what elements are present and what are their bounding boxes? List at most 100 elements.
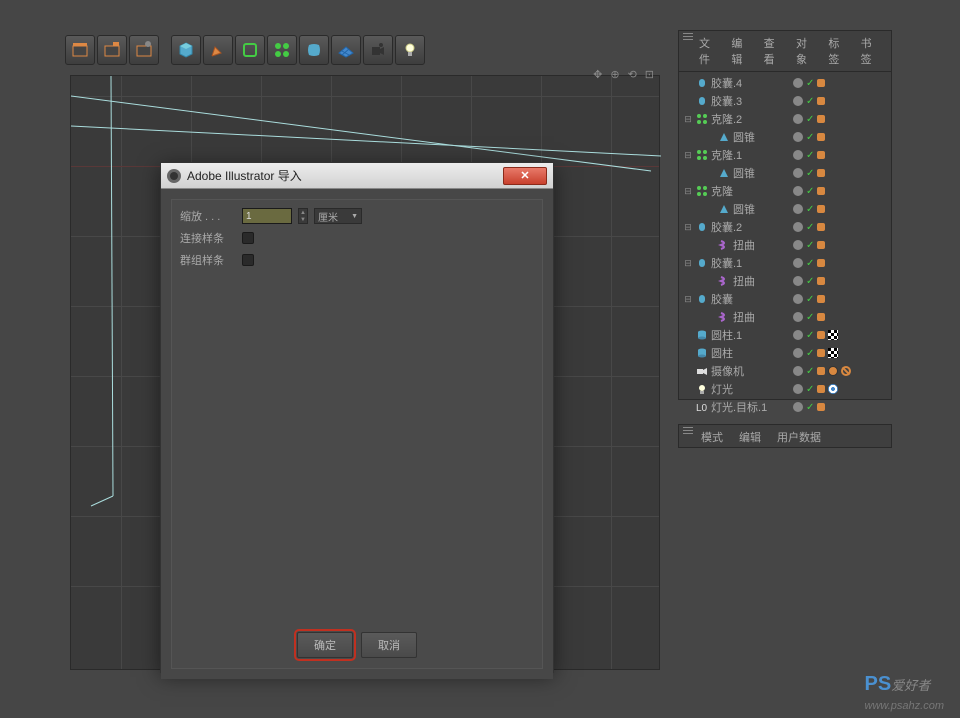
orange-tag-icon[interactable]: [817, 295, 825, 303]
object-row[interactable]: 圆柱 ✓: [679, 344, 891, 362]
expander-icon[interactable]: ⊟: [683, 258, 693, 269]
tool-light[interactable]: [395, 35, 425, 65]
tool-floor[interactable]: [331, 35, 361, 65]
visibility-icon[interactable]: ✓: [806, 258, 814, 269]
orange-tag-icon[interactable]: [817, 133, 825, 141]
orange-tag-icon[interactable]: [817, 313, 825, 321]
orange-tag-icon[interactable]: [817, 241, 825, 249]
object-row[interactable]: 扭曲 ✓: [679, 308, 891, 326]
tab-object[interactable]: 对象: [790, 33, 822, 69]
object-row[interactable]: 灯光 ✓: [679, 380, 891, 398]
orange-tag-icon[interactable]: [817, 187, 825, 195]
layer-dot-icon[interactable]: [793, 348, 803, 358]
orange-tag-icon[interactable]: [817, 331, 825, 339]
tool-cube[interactable]: [171, 35, 201, 65]
layer-dot-icon[interactable]: [793, 402, 803, 412]
object-row[interactable]: 圆锥 ✓: [679, 164, 891, 182]
layer-dot-icon[interactable]: [793, 150, 803, 160]
orange-tag-icon[interactable]: [817, 349, 825, 357]
layer-dot-icon[interactable]: [793, 222, 803, 232]
material-tag-icon[interactable]: [828, 330, 838, 340]
menu-icon[interactable]: [683, 33, 693, 69]
connect-checkbox[interactable]: [242, 232, 254, 244]
expander-icon[interactable]: ⊟: [683, 294, 693, 305]
target-tag-icon[interactable]: [828, 384, 838, 394]
tab-userdata[interactable]: 用户数据: [769, 427, 829, 445]
orange-tag-icon[interactable]: [828, 366, 838, 376]
tab-view[interactable]: 查看: [758, 33, 790, 69]
object-row[interactable]: ⊟ 胶囊 ✓: [679, 290, 891, 308]
expander-icon[interactable]: ⊟: [683, 222, 693, 233]
expander-icon[interactable]: ⊟: [683, 186, 693, 197]
tool-animation-1[interactable]: [65, 35, 95, 65]
orange-tag-icon[interactable]: [817, 151, 825, 159]
layer-dot-icon[interactable]: [793, 294, 803, 304]
visibility-icon[interactable]: ✓: [806, 312, 814, 323]
object-row[interactable]: 胶囊.3 ✓: [679, 92, 891, 110]
scale-unit-select[interactable]: 厘米▼: [314, 208, 362, 224]
scale-spinner[interactable]: ▲▼: [298, 208, 308, 224]
layer-dot-icon[interactable]: [793, 366, 803, 376]
orange-tag-icon[interactable]: [817, 259, 825, 267]
tab-bookmark[interactable]: 书签: [855, 33, 887, 69]
visibility-icon[interactable]: ✓: [806, 186, 814, 197]
tab-file[interactable]: 文件: [693, 33, 725, 69]
orange-tag-icon[interactable]: [817, 385, 825, 393]
tool-deformer[interactable]: [299, 35, 329, 65]
object-row[interactable]: 摄像机 ✓: [679, 362, 891, 380]
orange-tag-icon[interactable]: [817, 223, 825, 231]
tab-tags[interactable]: 标签: [822, 33, 854, 69]
object-row[interactable]: 胶囊.4 ✓: [679, 74, 891, 92]
layer-dot-icon[interactable]: [793, 132, 803, 142]
object-row[interactable]: 圆锥 ✓: [679, 128, 891, 146]
visibility-icon[interactable]: ✓: [806, 366, 814, 377]
tool-animation-3[interactable]: [129, 35, 159, 65]
tool-camera[interactable]: [363, 35, 393, 65]
visibility-icon[interactable]: ✓: [806, 114, 814, 125]
tab-edit[interactable]: 编辑: [731, 427, 769, 445]
object-row[interactable]: 扭曲 ✓: [679, 236, 891, 254]
object-row[interactable]: ⊟ 克隆.2 ✓: [679, 110, 891, 128]
close-button[interactable]: ✕: [503, 167, 547, 185]
visibility-icon[interactable]: ✓: [806, 294, 814, 305]
layer-dot-icon[interactable]: [793, 114, 803, 124]
layer-dot-icon[interactable]: [793, 312, 803, 322]
layer-dot-icon[interactable]: [793, 78, 803, 88]
cancel-button[interactable]: 取消: [361, 632, 417, 658]
visibility-icon[interactable]: ✓: [806, 78, 814, 89]
visibility-icon[interactable]: ✓: [806, 150, 814, 161]
menu-icon[interactable]: [683, 427, 693, 445]
object-row[interactable]: 圆锥 ✓: [679, 200, 891, 218]
orange-tag-icon[interactable]: [817, 115, 825, 123]
dialog-titlebar[interactable]: Adobe Illustrator 导入 ✕: [161, 163, 553, 189]
object-row[interactable]: ⊟ 胶囊.1 ✓: [679, 254, 891, 272]
layer-dot-icon[interactable]: [793, 258, 803, 268]
tool-pen[interactable]: [203, 35, 233, 65]
visibility-icon[interactable]: ✓: [806, 384, 814, 395]
expander-icon[interactable]: ⊟: [683, 150, 693, 161]
object-row[interactable]: 圆柱.1 ✓: [679, 326, 891, 344]
visibility-icon[interactable]: ✓: [806, 330, 814, 341]
expander-icon[interactable]: ⊟: [683, 114, 693, 125]
orange-tag-icon[interactable]: [817, 205, 825, 213]
layer-dot-icon[interactable]: [793, 240, 803, 250]
tool-animation-2[interactable]: [97, 35, 127, 65]
material-tag-icon[interactable]: [828, 348, 838, 358]
layer-dot-icon[interactable]: [793, 168, 803, 178]
orange-tag-icon[interactable]: [817, 79, 825, 87]
tab-mode[interactable]: 模式: [693, 427, 731, 445]
visibility-icon[interactable]: ✓: [806, 168, 814, 179]
object-row[interactable]: 扭曲 ✓: [679, 272, 891, 290]
layer-dot-icon[interactable]: [793, 186, 803, 196]
visibility-icon[interactable]: ✓: [806, 204, 814, 215]
tool-nurbs[interactable]: [235, 35, 265, 65]
prohibit-icon[interactable]: [841, 366, 851, 376]
group-checkbox[interactable]: [242, 254, 254, 266]
visibility-icon[interactable]: ✓: [806, 222, 814, 233]
object-row[interactable]: ⊟ 胶囊.2 ✓: [679, 218, 891, 236]
orange-tag-icon[interactable]: [817, 277, 825, 285]
visibility-icon[interactable]: ✓: [806, 276, 814, 287]
orange-tag-icon[interactable]: [817, 97, 825, 105]
layer-dot-icon[interactable]: [793, 330, 803, 340]
visibility-icon[interactable]: ✓: [806, 348, 814, 359]
